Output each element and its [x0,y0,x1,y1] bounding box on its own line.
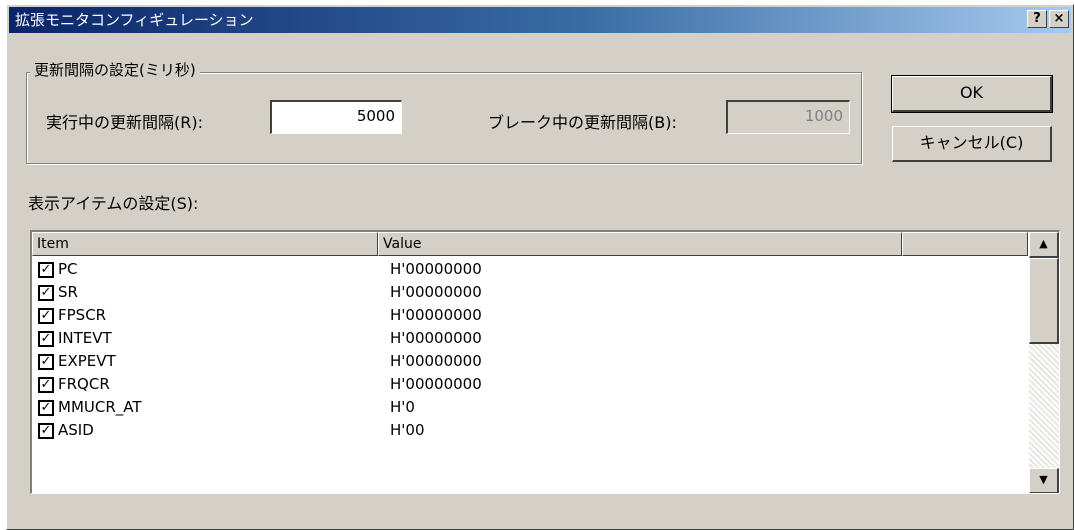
item-name: SR [58,283,78,301]
item-value: H'00000000 [390,283,482,301]
close-icon[interactable]: × [1049,10,1069,28]
item-value: H'00000000 [390,329,482,347]
checkbox-checked-icon[interactable]: ✓ [38,400,54,416]
list-item[interactable]: ✓ PC H'00000000 [32,258,1028,281]
run-interval-input[interactable]: 5000 [270,100,402,134]
column-header-extra[interactable] [902,232,1028,256]
scroll-up-icon[interactable]: ▲ [1029,232,1059,258]
item-name: FPSCR [58,306,107,324]
item-name: EXPEVT [58,352,116,370]
list-item[interactable]: ✓ FPSCR H'00000000 [32,304,1028,327]
item-name: INTEVT [58,329,112,347]
item-value: H'00000000 [390,306,482,324]
item-value: H'00000000 [390,260,482,278]
list-rows: ✓ PC H'00000000 ✓ SR H'00000000 ✓ FPSCR … [32,258,1028,442]
break-interval-input: 1000 [726,100,850,134]
item-value: H'0 [390,398,415,416]
update-interval-legend: 更新間隔の設定(ミリ秒) [30,60,200,80]
item-name: PC [58,260,78,278]
checkbox-checked-icon[interactable]: ✓ [38,308,54,324]
checkbox-checked-icon[interactable]: ✓ [38,354,54,370]
scrollbar-thumb[interactable] [1029,258,1059,344]
run-interval-label: 実行中の更新間隔(R): [46,113,203,132]
item-name: ASID [58,421,94,439]
item-name: MMUCR_AT [58,398,142,416]
ok-button[interactable]: OK [891,75,1053,113]
window-title: 拡張モニタコンフィギュレーション [15,11,254,29]
help-icon[interactable]: ? [1027,10,1047,28]
list-item[interactable]: ✓ FRQCR H'00000000 [32,373,1028,396]
vertical-scrollbar[interactable]: ▲ ▼ [1029,232,1059,493]
list-item[interactable]: ✓ SR H'00000000 [32,281,1028,304]
checkbox-checked-icon[interactable]: ✓ [38,262,54,278]
item-value: H'00000000 [390,352,482,370]
break-interval-label: ブレーク中の更新間隔(B): [488,113,677,132]
item-value: H'00 [390,421,425,439]
scroll-down-icon[interactable]: ▼ [1029,468,1059,493]
checkbox-checked-icon[interactable]: ✓ [38,285,54,301]
title-bar[interactable]: 拡張モニタコンフィギュレーション ? × [9,7,1071,33]
list-item[interactable]: ✓ ASID H'00 [32,419,1028,442]
checkbox-checked-icon[interactable]: ✓ [38,331,54,347]
list-item[interactable]: ✓ MMUCR_AT H'0 [32,396,1028,419]
item-name: FRQCR [58,375,110,393]
item-value: H'00000000 [390,375,482,393]
list-item[interactable]: ✓ INTEVT H'00000000 [32,327,1028,350]
display-items-list[interactable]: Item Value ✓ PC H'00000000 ✓ SR H'000000… [30,230,1060,494]
column-header-value[interactable]: Value [378,232,902,256]
column-header-item[interactable]: Item [32,232,378,256]
checkbox-checked-icon[interactable]: ✓ [38,377,54,393]
cancel-button[interactable]: キャンセル(C) [892,126,1052,162]
list-header: Item Value [32,232,1028,256]
checkbox-checked-icon[interactable]: ✓ [38,423,54,439]
display-items-label: 表示アイテムの設定(S): [28,194,199,213]
list-item[interactable]: ✓ EXPEVT H'00000000 [32,350,1028,373]
